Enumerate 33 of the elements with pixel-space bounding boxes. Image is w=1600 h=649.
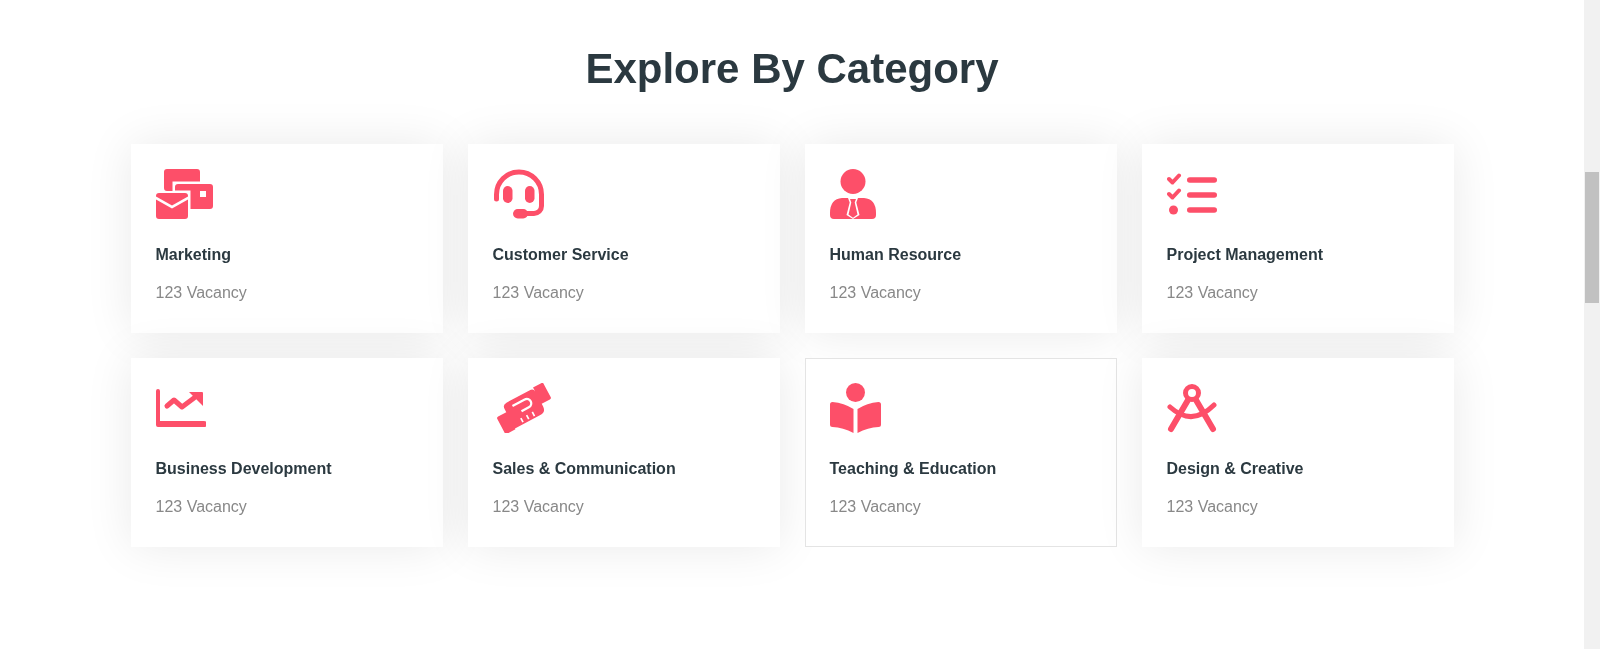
vacancy-count: 123 Vacancy	[492, 283, 584, 303]
headset-icon	[492, 169, 545, 220]
drafting-compass-icon	[1166, 383, 1217, 434]
category-title: Human Resource	[829, 245, 962, 265]
person-tie-icon	[829, 169, 876, 220]
category-card[interactable]: Sales & Communication 123 Vacancy	[467, 358, 780, 548]
category-card[interactable]: Customer Service 123 Vacancy	[467, 144, 780, 334]
scrollbar-thumb[interactable]	[1585, 172, 1599, 303]
vacancy-count: 123 Vacancy	[829, 283, 921, 303]
category-title: Business Development	[155, 459, 332, 479]
category-title: Teaching & Education	[829, 459, 997, 479]
category-card[interactable]: Human Resource 123 Vacancy	[804, 144, 1117, 334]
checklist-icon	[1166, 173, 1217, 216]
category-title: Project Management	[1166, 245, 1323, 265]
category-card[interactable]: Design & Creative 123 Vacancy	[1141, 358, 1454, 548]
vacancy-count: 123 Vacancy	[1166, 497, 1258, 517]
vacancy-count: 123 Vacancy	[1166, 283, 1258, 303]
category-card[interactable]: Business Development 123 Vacancy	[130, 358, 443, 548]
vacancy-count: 123 Vacancy	[155, 497, 247, 517]
line-chart-icon	[155, 389, 206, 428]
category-title: Design & Creative	[1166, 459, 1304, 479]
category-title: Sales & Communication	[492, 459, 676, 479]
vacancy-count: 123 Vacancy	[492, 497, 584, 517]
category-card[interactable]: Project Management 123 Vacancy	[1141, 144, 1454, 334]
category-card[interactable]: Teaching & Education 123 Vacancy	[804, 358, 1117, 548]
category-title: Customer Service	[492, 245, 629, 265]
category-title: Marketing	[155, 245, 232, 265]
category-card[interactable]: Marketing 123 Vacancy	[130, 144, 443, 334]
vacancy-count: 123 Vacancy	[155, 283, 247, 303]
mail-stack-icon	[155, 168, 214, 221]
vacancy-count: 123 Vacancy	[829, 497, 921, 517]
book-reader-icon	[829, 383, 881, 434]
section-heading: Explore By Category	[585, 44, 999, 94]
